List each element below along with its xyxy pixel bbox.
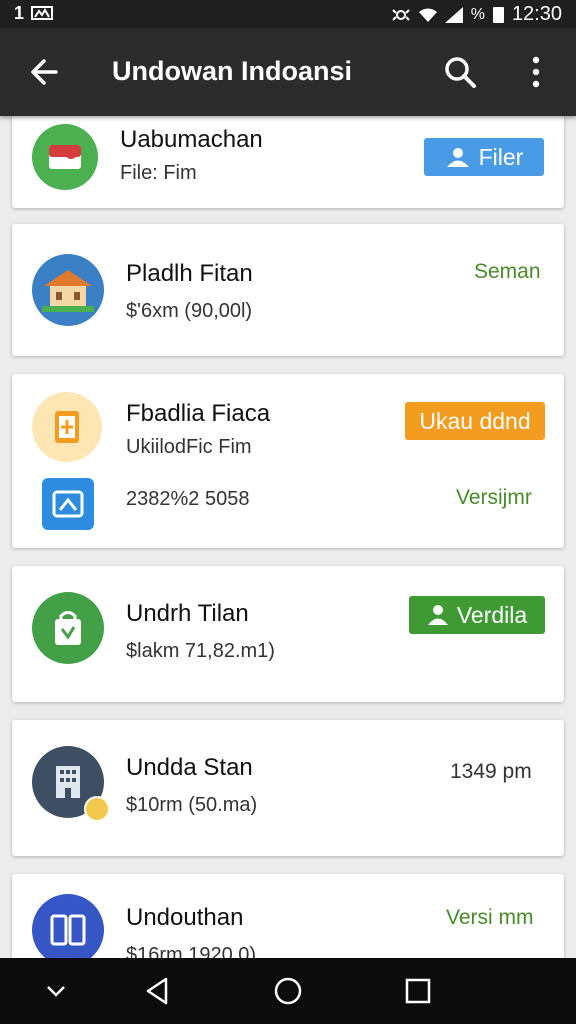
list-item[interactable]: Fbadlia Fiaca UkiilodFic Fim Ukau ddnd 2… <box>12 374 564 548</box>
item-name: Undda Stan <box>126 754 253 781</box>
status-right: % 12:30 <box>391 3 562 26</box>
item-name: Uabumachan <box>120 126 263 153</box>
status-left: 1 <box>14 3 54 24</box>
building-icon <box>42 270 94 312</box>
list-item[interactable]: Uabumachan File: Fim Filer <box>12 116 564 208</box>
item-avatar <box>32 392 102 462</box>
wifi-icon <box>418 8 437 22</box>
filer-button[interactable]: Filer <box>424 138 544 176</box>
notification-icon <box>31 6 54 20</box>
list-item[interactable]: Undda Stan $10rm (50.ma) 1349 pm <box>12 720 564 856</box>
avatar-badge-icon <box>84 796 110 822</box>
home-circle-icon[interactable] <box>270 973 306 1009</box>
status-left-text: 1 <box>14 3 26 23</box>
item-avatar <box>32 592 104 664</box>
user-icon <box>446 148 469 167</box>
device-icon <box>50 914 86 946</box>
item-avatar <box>32 254 104 326</box>
page-title: Undowan Indoansi <box>112 56 352 86</box>
item-subtitle: $lakm 71,82.m1) <box>126 640 275 662</box>
item-name: Undrh Tilan <box>126 600 249 627</box>
list-item[interactable]: Undrh Tilan $lakm 71,82.m1) Verdila <box>12 566 564 702</box>
item-name: Fbadlia Fiaca <box>126 400 271 427</box>
edit-image-icon <box>52 490 84 518</box>
item-name: Pladlh Fitan <box>126 260 253 287</box>
item-subtitle: File: Fim <box>120 162 197 184</box>
list-item[interactable]: Undouthan $16rm 1920.0) Versi mm <box>12 874 564 958</box>
item-version: Versi mm <box>446 906 534 929</box>
status-time: 12:30 <box>511 3 562 25</box>
status-bar: 1 % 12:30 <box>0 0 576 28</box>
battery-text: % <box>470 5 485 23</box>
item-detail: 2382%2 5058 <box>126 488 250 510</box>
back-arrow-icon[interactable] <box>26 54 62 90</box>
verify-button[interactable]: Verdila <box>409 596 545 634</box>
more-vert-icon[interactable] <box>524 54 548 90</box>
item-time: 1349 pm <box>450 760 532 783</box>
filer-button-label: Filer <box>478 143 524 170</box>
item-subtitle: UkiilodFic Fim <box>126 436 252 458</box>
upload-button-label: Ukau ddnd <box>419 407 531 434</box>
search-icon[interactable] <box>442 54 478 90</box>
battery-icon <box>492 6 504 23</box>
item-version: Versijmr <box>456 486 532 509</box>
file-list: Uabumachan File: Fim Filer Pladlh Fitan … <box>0 116 576 958</box>
item-subtitle: $'6xm (90,00l) <box>126 300 253 322</box>
list-item[interactable]: Pladlh Fitan $'6xm (90,00l) Seman <box>12 224 564 356</box>
recents-square-icon[interactable] <box>400 973 436 1009</box>
office-building-icon <box>56 766 80 798</box>
flag-icon <box>49 145 81 169</box>
item-name: Undouthan <box>126 904 244 931</box>
app-bar: Undowan Indoansi <box>0 28 576 116</box>
item-subtitle: $16rm 1920.0) <box>126 944 257 958</box>
item-avatar <box>32 124 98 190</box>
chevron-down-icon[interactable] <box>38 973 74 1009</box>
item-avatar <box>32 894 104 958</box>
item-subtitle: $10rm (50.ma) <box>126 794 258 816</box>
system-nav-bar <box>0 958 576 1024</box>
back-triangle-icon[interactable] <box>140 973 176 1009</box>
shopping-bag-icon <box>55 611 81 645</box>
user-icon <box>427 605 448 625</box>
signal-icon <box>444 6 463 23</box>
document-add-icon <box>55 411 79 443</box>
vibrate-icon <box>391 8 410 21</box>
item-status: Seman <box>474 260 541 283</box>
verify-button-label: Verdila <box>456 601 528 628</box>
item-secondary-icon <box>42 478 94 530</box>
upload-button[interactable]: Ukau ddnd <box>405 402 545 440</box>
